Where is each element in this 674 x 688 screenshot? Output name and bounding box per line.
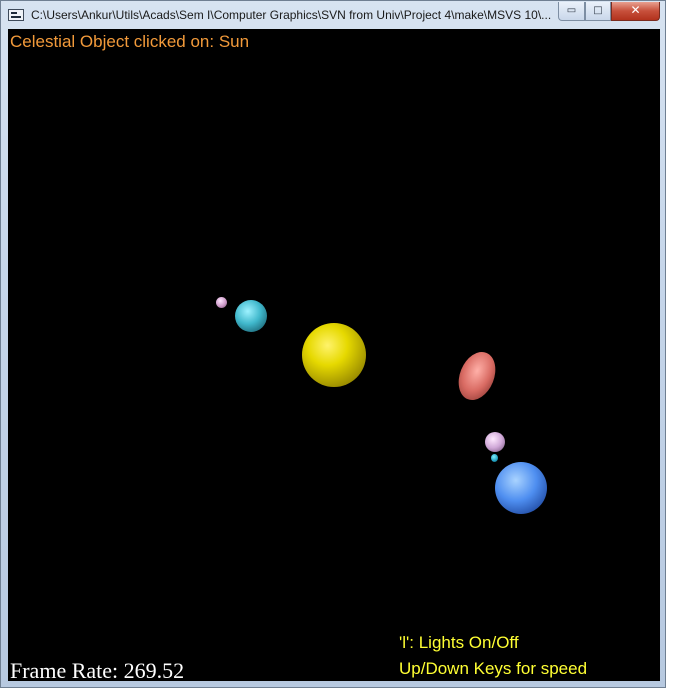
close-button[interactable]: ✕ (611, 2, 660, 21)
caption-buttons: ▭ □ ✕ (558, 2, 662, 22)
frame-rate-value: 269.52 (123, 658, 185, 682)
celestial-body-sun[interactable] (302, 323, 366, 387)
frame-rate-label: Frame Rate: (10, 658, 119, 682)
window-title: C:\Users\Ankur\Utils\Acads\Sem I\Compute… (31, 8, 551, 22)
close-icon: ✕ (630, 3, 641, 17)
application-window: C:\Users\Ankur\Utils\Acads\Sem I\Compute… (0, 0, 666, 688)
celestial-body-cyan-moon[interactable] (491, 454, 498, 462)
celestial-body-small-lilac[interactable] (216, 297, 227, 308)
maximize-button[interactable]: □ (585, 2, 611, 21)
frame-rate-readout: Frame Rate: 269.52 (10, 658, 185, 682)
minimize-button[interactable]: ▭ (558, 2, 585, 21)
help-lights-toggle: 'l': Lights On/Off (399, 633, 519, 652)
help-speed-keys: Up/Down Keys for speed (399, 659, 588, 678)
celestial-body-cyan-planet[interactable] (235, 300, 267, 332)
celestial-body-lilac-planet[interactable] (485, 432, 505, 452)
maximize-icon: □ (593, 5, 603, 16)
celestial-body-blue-planet[interactable] (495, 462, 547, 514)
celestial-body-red-planet[interactable] (451, 346, 503, 406)
clicked-object-status: Celestial Object clicked on: Sun (10, 32, 250, 51)
minimize-icon: ▭ (566, 5, 577, 16)
title-bar[interactable]: C:\Users\Ankur\Utils\Acads\Sem I\Compute… (1, 1, 665, 29)
console-app-icon[interactable] (8, 9, 24, 21)
render-canvas[interactable]: Celestial Object clicked on: Sun 'l': Li… (8, 29, 660, 681)
window-bottom-border (1, 681, 665, 688)
